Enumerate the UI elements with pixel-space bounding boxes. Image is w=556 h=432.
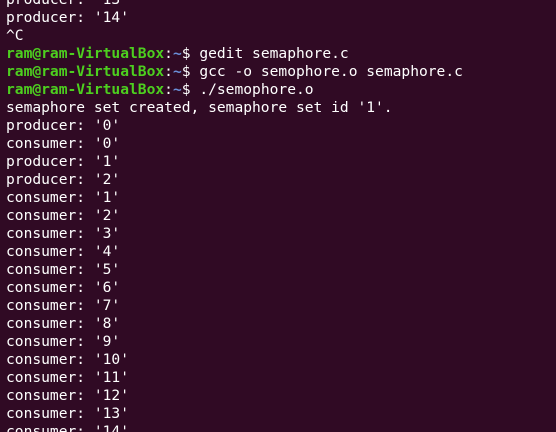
output-line: consumer: '1' [6,189,121,206]
output-line: consumer: '8' [6,315,121,332]
output-line: semaphore set created, semaphore set id … [6,99,393,116]
prompt-user-host: ram@ram-VirtualBox [6,45,165,62]
output-line: consumer: '10' [6,351,130,368]
prompt-separator: : [164,45,173,62]
output-line: consumer: '11' [6,369,130,386]
output-line: consumer: '14' [6,423,130,432]
output-line: consumer: '3' [6,225,121,242]
command-line: ram@ram-VirtualBox:~$ gedit semaphore.c [6,45,463,63]
prompt-symbol: $ [181,81,200,98]
command-line: ram@ram-VirtualBox:~$ ./semophore.o [6,81,463,99]
output-line: producer: '13' [6,0,463,9]
output-line: consumer: '13' [6,405,130,422]
prompt-path: ~ [172,45,182,62]
command-text: ./semophore.o [199,81,314,98]
command-text: gedit semaphore.c [199,45,349,62]
prompt-user-host: ram@ram-VirtualBox [6,81,165,98]
prompt-path: ~ [172,81,182,98]
prompt-symbol: $ [181,45,200,62]
output-line: producer: '0' [6,117,121,134]
prompt-separator: : [164,81,173,98]
output-line: consumer: '0' [6,135,121,152]
prompt-path: ~ [172,63,182,80]
output-line: consumer: '9' [6,333,121,350]
prompt-user-host: ram@ram-VirtualBox [6,63,165,80]
terminal-window[interactable]: producer: '13'producer: '14'^Cram@ram-Vi… [0,0,556,432]
output-line: consumer: '2' [6,207,121,224]
output-line: consumer: '5' [6,261,121,278]
output-line: consumer: '7' [6,297,121,314]
output-line: ^C [6,27,24,44]
command-text: gcc -o semophore.o semaphore.c [199,63,463,80]
output-line: consumer: '12' [6,387,130,404]
output-line: consumer: '6' [6,279,121,296]
prompt-symbol: $ [181,63,200,80]
output-line: producer: '2' [6,171,121,188]
terminal-output: producer: '13'producer: '14'^Cram@ram-Vi… [6,0,463,432]
output-line: producer: '1' [6,153,121,170]
output-line: consumer: '4' [6,243,121,260]
command-line: ram@ram-VirtualBox:~$ gcc -o semophore.o… [6,63,463,81]
prompt-separator: : [164,63,173,80]
output-line: producer: '14' [6,9,130,26]
